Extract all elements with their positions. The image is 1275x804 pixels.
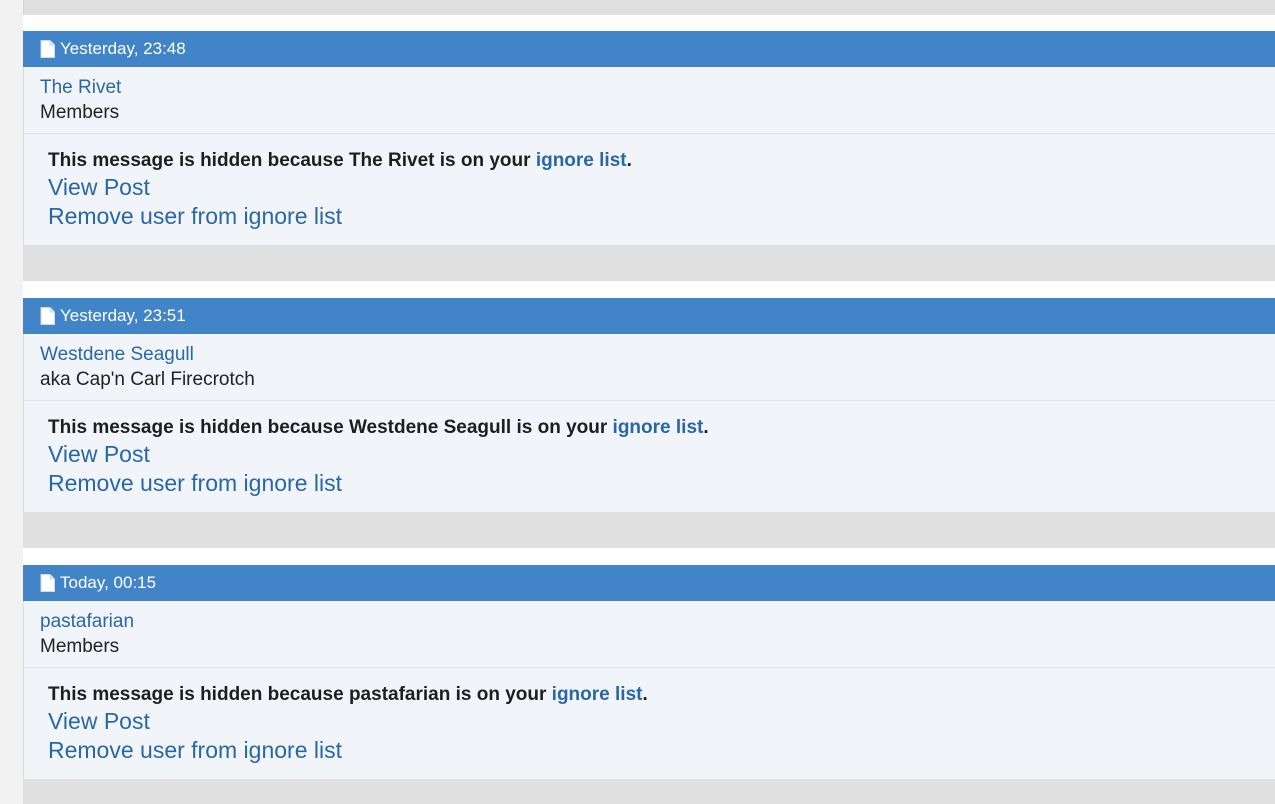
remove-from-ignore-link[interactable]: Remove user from ignore list	[48, 736, 1275, 765]
notice-suffix: .	[626, 150, 632, 171]
post-body: Westdene Seagull aka Cap'n Carl Firecrot…	[23, 334, 1275, 512]
user-info: Westdene Seagull aka Cap'n Carl Firecrot…	[24, 334, 1275, 401]
forum-thread: Yesterday, 23:48 The Rivet Members This …	[0, 0, 1275, 804]
view-post-link[interactable]: View Post	[48, 173, 1275, 202]
remove-from-ignore-link[interactable]: Remove user from ignore list	[48, 202, 1275, 231]
ignore-notice: This message is hidden because pastafari…	[48, 683, 1275, 707]
post-header: Yesterday, 23:48	[23, 31, 1275, 67]
user-title: Members	[40, 102, 120, 123]
post-date: Today, 00:15	[60, 573, 157, 592]
user-title: aka Cap'n Carl Firecrotch	[40, 369, 255, 390]
post-footer	[23, 245, 1275, 281]
post-2: Yesterday, 23:51 Westdene Seagull aka Ca…	[23, 298, 1275, 548]
ignore-list-link[interactable]: ignore list	[536, 150, 627, 171]
username-link[interactable]: The Rivet	[40, 76, 121, 100]
hidden-message: This message is hidden because Westdene …	[24, 401, 1275, 512]
post-date: Yesterday, 23:51	[60, 306, 186, 325]
post-1: Yesterday, 23:48 The Rivet Members This …	[23, 31, 1275, 281]
username-link[interactable]: Westdene Seagull	[40, 343, 194, 367]
notice-text: This message is hidden because pastafari…	[48, 684, 552, 705]
ignore-list-link[interactable]: ignore list	[552, 684, 643, 705]
notice-suffix: .	[642, 684, 648, 705]
post-date: Yesterday, 23:48	[60, 39, 186, 58]
previous-post-footer	[23, 0, 1275, 15]
username-link[interactable]: pastafarian	[40, 610, 134, 634]
post-body: The Rivet Members This message is hidden…	[23, 67, 1275, 245]
user-info: pastafarian Members	[24, 601, 1275, 668]
post-3: Today, 00:15 pastafarian Members This me…	[23, 565, 1275, 804]
remove-from-ignore-link[interactable]: Remove user from ignore list	[48, 469, 1275, 498]
view-post-link[interactable]: View Post	[48, 440, 1275, 469]
document-icon	[40, 40, 55, 58]
posts-column: Yesterday, 23:48 The Rivet Members This …	[23, 0, 1275, 804]
ignore-notice: This message is hidden because The Rivet…	[48, 149, 1275, 173]
post-header: Today, 00:15	[23, 565, 1275, 601]
document-icon	[40, 307, 55, 325]
user-info: The Rivet Members	[24, 67, 1275, 134]
ignore-notice: This message is hidden because Westdene …	[48, 416, 1275, 440]
post-header: Yesterday, 23:51	[23, 298, 1275, 334]
notice-suffix: .	[703, 417, 709, 438]
post-footer	[23, 512, 1275, 548]
hidden-message: This message is hidden because pastafari…	[24, 668, 1275, 779]
post-body: pastafarian Members This message is hidd…	[23, 601, 1275, 779]
notice-text: This message is hidden because Westdene …	[48, 417, 613, 438]
ignore-list-link[interactable]: ignore list	[613, 417, 704, 438]
hidden-message: This message is hidden because The Rivet…	[24, 134, 1275, 245]
notice-text: This message is hidden because The Rivet…	[48, 150, 536, 171]
document-icon	[40, 574, 55, 592]
view-post-link[interactable]: View Post	[48, 707, 1275, 736]
post-footer	[23, 779, 1275, 804]
user-title: Members	[40, 636, 120, 657]
